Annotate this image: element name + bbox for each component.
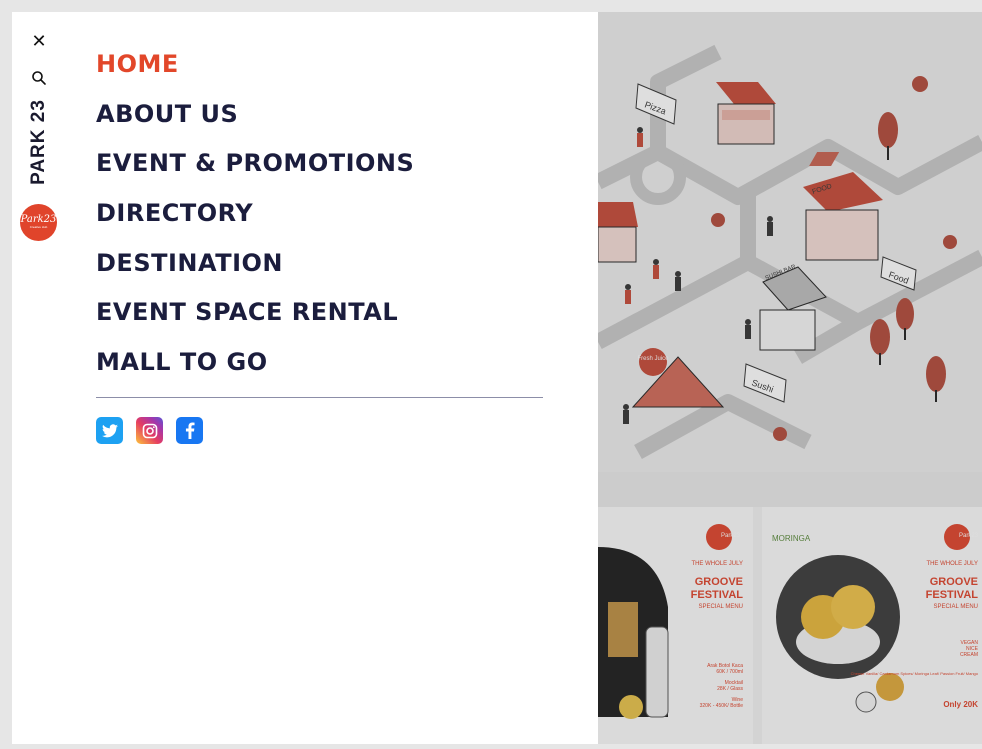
menu-link-about-us[interactable]: ABOUT US	[96, 100, 238, 128]
poster-right-price: Only 20K	[943, 700, 978, 709]
poster-right-title1: GROOVE	[930, 576, 978, 588]
search-icon[interactable]	[31, 70, 47, 86]
poster-right-logo: Park23	[959, 533, 979, 539]
poster-left-logo: Park23	[721, 533, 741, 539]
poster-right-flavors: Cheese Vanilla/ Cardamom Spices/ Moringa…	[851, 671, 979, 676]
menu-link-event-promotions[interactable]: EVENT & PROMOTIONS	[96, 149, 414, 177]
park23-logo[interactable]: Park23 Creative Hub	[20, 204, 57, 241]
menu-item-directory: DIRECTORY	[96, 199, 414, 249]
menu-item-about: ABOUT US	[96, 100, 414, 150]
menu-link-event-space-rental[interactable]: EVENT SPACE RENTAL	[96, 298, 398, 326]
twitter-icon[interactable]	[96, 417, 123, 444]
menu-item-mall-to-go: MALL TO GO	[96, 348, 414, 398]
poster-left-title1: GROOVE	[695, 576, 743, 588]
poster-right-item3: CREAM	[960, 652, 978, 658]
brand-name: PARK 23	[28, 99, 49, 185]
mall-map-illustration: Fresh Juice Pizza Food Sushi FOOD SUSHI …	[598, 12, 982, 472]
promo-posters: Park23 THE WHOLE JULY GROOVE FESTIVAL SP…	[598, 507, 982, 744]
instagram-icon[interactable]	[136, 417, 163, 444]
poster-left-kicker: THE WHOLE JULY	[691, 561, 743, 567]
stall-left	[598, 202, 638, 263]
menu-item-events: EVENT & PROMOTIONS	[96, 149, 414, 199]
menu-item-home: HOME	[96, 50, 414, 100]
facebook-icon[interactable]	[176, 417, 203, 444]
social-links	[96, 417, 203, 444]
main-menu: HOME ABOUT US EVENT & PROMOTIONS DIRECTO…	[96, 50, 414, 398]
fresh-juice-sign: Fresh Juice	[637, 356, 669, 362]
poster-right-kicker: THE WHOLE JULY	[926, 561, 978, 567]
poster-left-item3-price: 320K - 450K/ Bottle	[700, 703, 744, 709]
menu-link-home[interactable]: HOME	[96, 50, 179, 78]
poster-right-title2: FESTIVAL	[926, 589, 979, 601]
menu-overlay: ✕ PARK 23 Park23 Creative Hub HOME ABOUT…	[12, 12, 982, 744]
menu-link-mall-to-go[interactable]: MALL TO GO	[96, 348, 268, 376]
menu-link-destination[interactable]: DESTINATION	[96, 249, 283, 277]
poster-left-item2-price: 28K / Glass	[717, 686, 743, 692]
close-icon[interactable]: ✕	[30, 32, 48, 50]
menu-item-rental: EVENT SPACE RENTAL	[96, 298, 414, 348]
logo-text: Park23	[20, 214, 57, 225]
poster-left-item1-price: 60K / 700ml	[716, 669, 743, 675]
logo-subtext: Creative Hub	[29, 225, 48, 229]
menu-divider	[96, 397, 543, 398]
background-visual: Fresh Juice Pizza Food Sushi FOOD SUSHI …	[598, 12, 982, 744]
left-rail: ✕ PARK 23 Park23 Creative Hub	[12, 12, 68, 744]
menu-link-directory[interactable]: DIRECTORY	[96, 199, 253, 227]
poster-right-brand: MORINGA	[772, 534, 811, 543]
poster-left-title2: FESTIVAL	[691, 589, 744, 601]
poster-left-subtitle: SPECIAL MENU	[699, 604, 743, 610]
poster-right-subtitle: SPECIAL MENU	[934, 604, 978, 610]
menu-item-destination: DESTINATION	[96, 249, 414, 299]
